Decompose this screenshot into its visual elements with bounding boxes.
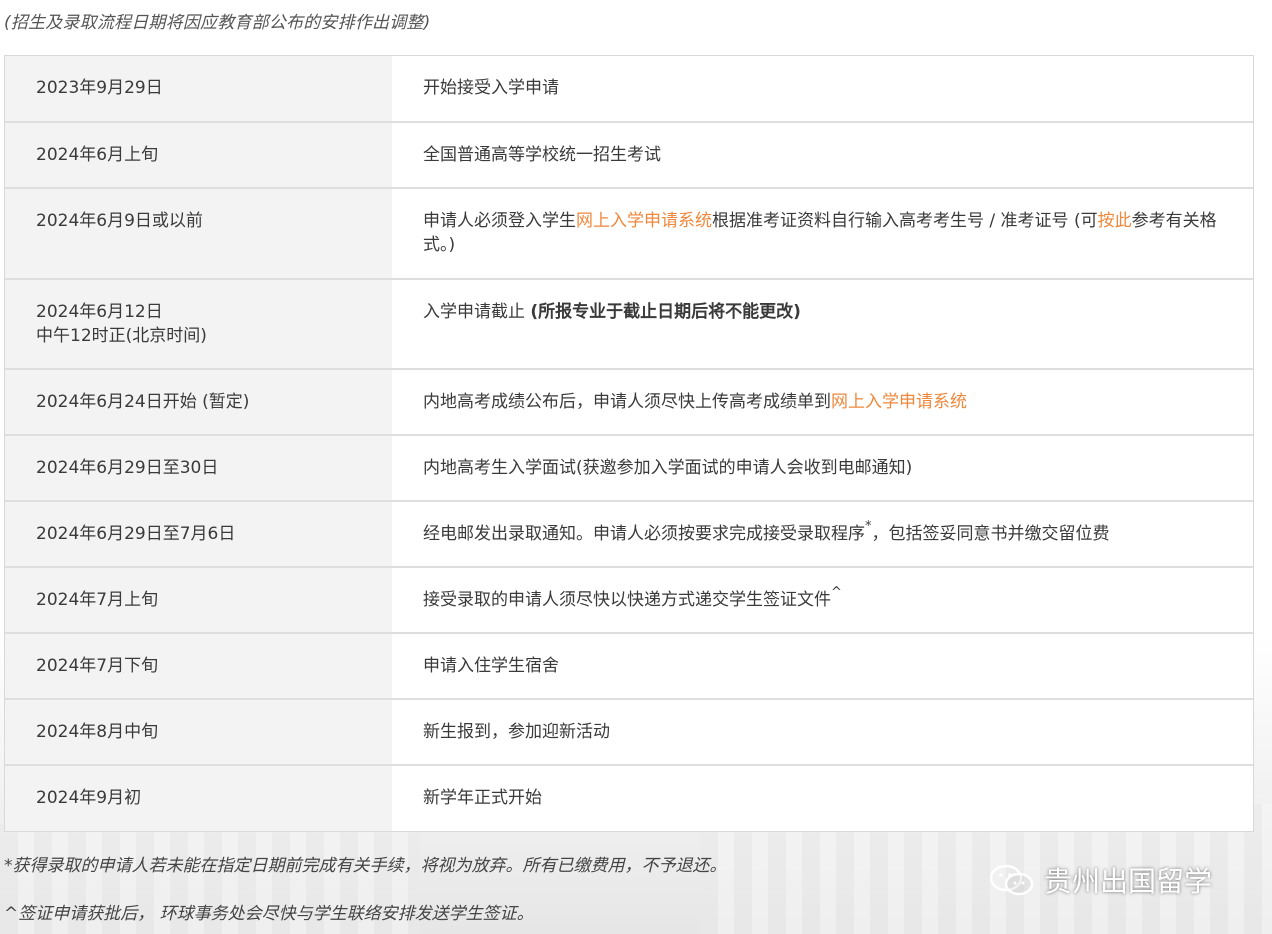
description-cell: 经电邮发出录取通知。申请人必须按要求完成接受录取程序*，包括签妥同意书并缴交留位… xyxy=(392,502,1253,566)
description-text: 根据准考证资料自行输入高考考生号 / 准考证号 (可 xyxy=(712,211,1098,231)
admission-schedule-table: 2023年9月29日 开始接受入学申请 2024年6月上旬 全国普通高等学校统一… xyxy=(4,55,1254,832)
date-cell: 2024年7月上旬 xyxy=(5,568,392,632)
table-row: 2024年6月上旬 全国普通高等学校统一招生考试 xyxy=(5,123,1253,189)
table-row: 2024年7月下旬 申请入住学生宿舍 xyxy=(5,634,1253,700)
table-row: 2024年6月9日或以前 申请人必须登入学生网上入学申请系统根据准考证资料自行输… xyxy=(5,189,1253,280)
table-row: 2024年6月29日至7月6日 经电邮发出录取通知。申请人必须按要求完成接受录取… xyxy=(5,502,1253,568)
date-cell: 2024年9月初 xyxy=(5,766,392,831)
time-text: 中午12时正(北京时间) xyxy=(36,326,207,346)
footnote-marker: ^ xyxy=(831,585,842,601)
description-cell: 新生报到，参加迎新活动 xyxy=(392,700,1253,764)
description-emphasis: (所报专业于截止日期后将不能更改) xyxy=(530,302,801,322)
footnote-visa: ^签证申请获批后， 环球事务处会尽快与学生联络安排发送学生签证。 xyxy=(4,904,534,924)
description-cell: 新学年正式开始 xyxy=(392,766,1253,831)
table-row: 2023年9月29日 开始接受入学申请 xyxy=(5,56,1253,123)
date-cell: 2024年7月下旬 xyxy=(5,634,392,698)
footnote-forfeit: *获得录取的申请人若未能在指定日期前完成有关手续，将视为放弃。所有已缴费用，不予… xyxy=(4,856,727,876)
description-text: 接受录取的申请人须尽快以快递方式递交学生签证文件 xyxy=(423,590,831,610)
description-cell: 入学申请截止 (所报专业于截止日期后将不能更改) xyxy=(392,280,1253,368)
date-cell: 2024年8月中旬 xyxy=(5,700,392,764)
date-cell: 2024年6月29日至30日 xyxy=(5,436,392,500)
table-row: 2024年9月初 新学年正式开始 xyxy=(5,766,1253,831)
online-application-link[interactable]: 网上入学申请系统 xyxy=(576,211,712,231)
schedule-note: (招生及录取流程日期将因应教育部公布的安排作出调整) xyxy=(4,13,431,33)
description-cell: 接受录取的申请人须尽快以快递方式递交学生签证文件^ xyxy=(392,568,1253,632)
table-row: 2024年7月上旬 接受录取的申请人须尽快以快递方式递交学生签证文件^ xyxy=(5,568,1253,634)
footnote-marker: * xyxy=(865,519,872,535)
table-row: 2024年8月中旬 新生报到，参加迎新活动 xyxy=(5,700,1253,766)
wechat-icon xyxy=(989,864,1034,896)
online-application-link[interactable]: 网上入学申请系统 xyxy=(831,392,967,412)
date-cell: 2024年6月12日 中午12时正(北京时间) xyxy=(5,280,392,368)
description-text: 内地高考成绩公布后，申请人须尽快上传高考成绩单到 xyxy=(423,392,831,412)
date-text: 2024年6月12日 xyxy=(36,302,163,322)
watermark: 贵州出国留学 xyxy=(988,860,1212,900)
description-cell: 内地高考生入学面试(获邀参加入学面试的申请人会收到电邮通知) xyxy=(392,436,1253,500)
description-text: 入学申请截止 xyxy=(423,302,531,322)
table-row: 2024年6月29日至30日 内地高考生入学面试(获邀参加入学面试的申请人会收到… xyxy=(5,436,1253,502)
description-cell: 申请人必须登入学生网上入学申请系统根据准考证资料自行输入高考考生号 / 准考证号… xyxy=(392,189,1253,278)
format-link[interactable]: 按此 xyxy=(1098,211,1132,231)
description-cell: 申请入住学生宿舍 xyxy=(392,634,1253,698)
description-cell: 内地高考成绩公布后，申请人须尽快上传高考成绩单到网上入学申请系统 xyxy=(392,370,1253,434)
description-text: 经电邮发出录取通知。申请人必须按要求完成接受录取程序 xyxy=(423,524,865,544)
table-row: 2024年6月12日 中午12时正(北京时间) 入学申请截止 (所报专业于截止日… xyxy=(5,280,1253,370)
date-cell: 2023年9月29日 xyxy=(5,56,392,121)
description-cell: 全国普通高等学校统一招生考试 xyxy=(392,123,1253,187)
description-text: ，包括签妥同意书并缴交留位费 xyxy=(871,524,1110,544)
date-cell: 2024年6月24日开始 (暂定) xyxy=(5,370,392,434)
table-row: 2024年6月24日开始 (暂定) 内地高考成绩公布后，申请人须尽快上传高考成绩… xyxy=(5,370,1253,436)
watermark-text: 贵州出国留学 xyxy=(1044,865,1213,898)
date-cell: 2024年6月上旬 xyxy=(5,123,392,187)
date-cell: 2024年6月9日或以前 xyxy=(5,189,392,278)
description-cell: 开始接受入学申请 xyxy=(392,56,1253,121)
description-text: 申请人必须登入学生 xyxy=(423,211,576,231)
date-cell: 2024年6月29日至7月6日 xyxy=(5,502,392,566)
